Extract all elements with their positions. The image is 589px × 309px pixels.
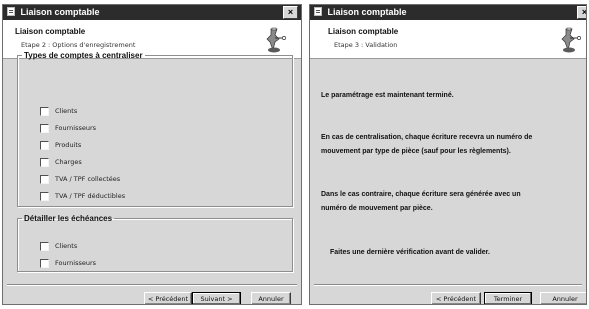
account-types-legend: Types de comptes à centraliser — [24, 51, 143, 60]
checkbox-box[interactable] — [40, 157, 49, 167]
checkbox-label: Fournisseurs — [55, 259, 97, 267]
checkbox-tva-deductibles[interactable]: TVA / TPF déductibles — [40, 191, 125, 201]
checkbox-box[interactable] — [40, 191, 49, 201]
checkbox-label: Clients — [55, 242, 78, 250]
checkbox-label: Charges — [55, 158, 82, 166]
close-button[interactable]: × — [283, 6, 298, 19]
step-subtitle: Etape 2 : Options d'enregistrement — [21, 41, 136, 49]
echeances-legend: Détailler les échéances — [24, 214, 113, 223]
otherwise-text-line1: Dans le cas contraire, chaque écriture s… — [321, 191, 521, 198]
application-icon — [314, 7, 322, 16]
window-title: Liaison comptable — [20, 7, 100, 17]
button-separator — [7, 284, 297, 286]
next-button[interactable]: Suivant > — [192, 292, 241, 304]
checkbox-produits[interactable]: Produits — [40, 140, 81, 150]
checkbox-fournisseurs[interactable]: Fournisseurs — [40, 123, 96, 133]
checkbox-box[interactable] — [40, 140, 49, 150]
step-subtitle: Etape 3 : Validation — [334, 41, 398, 49]
checkbox-label: TVA / TPF collectées — [55, 175, 121, 183]
checkbox-box[interactable] — [40, 123, 49, 133]
completion-text: Le paramétrage est maintenant terminé. — [321, 92, 454, 99]
window-title: Liaison comptable — [327, 7, 407, 17]
checkbox-clients[interactable]: Clients — [40, 106, 77, 116]
centralisation-text-line1: En cas de centralisation, chaque écritur… — [321, 134, 533, 141]
header-title: Liaison comptable — [328, 27, 399, 36]
close-button[interactable]: × — [577, 6, 586, 19]
previous-button[interactable]: < Précédent — [431, 292, 481, 304]
cancel-button[interactable]: Annuler — [251, 292, 291, 304]
centralisation-text-line2: mouvement par type de pièce (sauf pour l… — [321, 148, 511, 155]
otherwise-text-line2: numéro de mouvement par pièce. — [321, 205, 433, 212]
wizard-dialog-step3: Liaison comptable × Liaison comptable Et… — [309, 4, 587, 305]
checkbox-tva-collectees[interactable]: TVA / TPF collectées — [40, 174, 120, 184]
checkbox-label: Fournisseurs — [55, 124, 97, 132]
previous-button[interactable]: < Précédent — [144, 292, 192, 304]
checkbox-box[interactable] — [40, 241, 49, 251]
checkbox-label: Produits — [55, 141, 82, 149]
checkbox-label: Clients — [55, 107, 78, 115]
finish-button[interactable]: Terminer — [484, 292, 532, 304]
title-bar[interactable]: Liaison comptable × — [310, 5, 586, 20]
application-icon — [7, 7, 15, 16]
button-separator — [314, 284, 582, 286]
checkbox-charges[interactable]: Charges — [40, 157, 82, 167]
verify-text: Faites une dernière vérification avant d… — [330, 249, 490, 256]
checkbox-label: TVA / TPF déductibles — [55, 192, 126, 200]
wizard-icon — [266, 27, 286, 53]
checkbox-echeances-clients[interactable]: Clients — [40, 241, 77, 251]
wizard-icon — [561, 27, 581, 53]
wizard-header: Liaison comptable Etape 3 : Validation — [310, 20, 586, 59]
title-bar[interactable]: Liaison comptable × — [3, 5, 301, 20]
cancel-button[interactable]: Annuler — [540, 292, 586, 304]
checkbox-echeances-fournisseurs[interactable]: Fournisseurs — [40, 258, 96, 268]
checkbox-box[interactable] — [40, 258, 49, 268]
wizard-dialog-step2: Liaison comptable × Liaison comptable Et… — [2, 4, 302, 305]
header-title: Liaison comptable — [15, 27, 86, 36]
checkbox-box[interactable] — [40, 106, 49, 116]
checkbox-box[interactable] — [40, 174, 49, 184]
